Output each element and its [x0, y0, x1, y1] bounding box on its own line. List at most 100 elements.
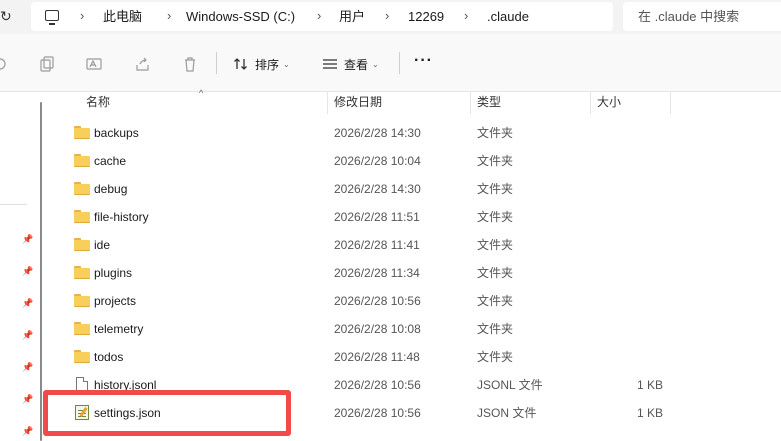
file-type: 文件夹: [477, 238, 514, 252]
folder-icon: [74, 322, 90, 335]
search-input[interactable]: [623, 2, 781, 31]
file-type: 文件夹: [477, 126, 514, 140]
chevron-right-icon[interactable]: ›: [464, 8, 468, 24]
view-button[interactable]: 查看 ⌄: [322, 55, 379, 73]
file-row[interactable]: debug 2026/2/28 14:30 文件夹: [45, 175, 781, 203]
file-row[interactable]: telemetry 2026/2/28 10:08 文件夹: [45, 315, 781, 343]
file-name: projects: [94, 294, 137, 308]
file-modified: 2026/2/28 10:56: [334, 378, 421, 392]
cut-icon[interactable]: [0, 56, 8, 72]
nav-divider: [0, 204, 27, 205]
column-modified[interactable]: 修改日期: [334, 94, 382, 110]
file-name: ide: [94, 238, 111, 252]
chevron-right-icon[interactable]: ›: [167, 8, 171, 24]
view-label: 查看: [344, 57, 369, 72]
file-name: plugins: [94, 266, 133, 280]
pin-icon: 📌: [22, 394, 34, 404]
computer-icon: [45, 10, 59, 25]
sort-ascending-icon: ^: [199, 88, 204, 98]
more-options-button[interactable]: ···: [414, 52, 433, 70]
navigation-pane[interactable]: 📌 📌 📌 📌 📌 📌 📌: [0, 92, 45, 441]
rename-icon[interactable]: [86, 56, 102, 72]
pin-icon: 📌: [22, 362, 34, 372]
toolbar-divider: [399, 52, 400, 74]
sort-icon: [234, 58, 247, 70]
file-row[interactable]: plugins 2026/2/28 11:34 文件夹: [45, 259, 781, 287]
folder-icon: [74, 154, 90, 167]
file-type: 文件夹: [477, 182, 514, 196]
column-header-row: ^ 名称 修改日期 类型 大小: [45, 88, 781, 114]
chevron-down-icon: ⌄: [372, 59, 379, 69]
file-type: 文件夹: [477, 266, 514, 280]
folder-icon: [74, 350, 90, 363]
file-modified: 2026/2/28 14:30: [334, 126, 421, 140]
breadcrumb-users[interactable]: 用户: [339, 9, 365, 25]
chevron-right-icon[interactable]: ›: [385, 8, 389, 24]
pin-icon: 📌: [22, 330, 34, 340]
delete-icon[interactable]: [182, 56, 198, 72]
pin-icon: 📌: [22, 266, 34, 276]
file-name: todos: [94, 350, 124, 364]
column-name[interactable]: 名称: [86, 94, 110, 110]
column-divider[interactable]: [590, 92, 591, 114]
sort-button[interactable]: 排序 ⌄: [233, 55, 290, 73]
file-modified: 2026/2/28 11:48: [334, 350, 420, 364]
chevron-down-icon: ⌄: [283, 59, 290, 69]
file-row[interactable]: ide 2026/2/28 11:41 文件夹: [45, 231, 781, 259]
file-row[interactable]: projects 2026/2/28 10:56 文件夹: [45, 287, 781, 315]
breadcrumb-this-pc[interactable]: 此电脑: [103, 9, 142, 25]
search-box[interactable]: [623, 2, 781, 31]
file-modified: 2026/2/28 10:08: [334, 322, 421, 336]
breadcrumb-user[interactable]: 12269: [408, 9, 444, 25]
file-modified: 2026/2/28 10:04: [334, 154, 421, 168]
highlight-box: [43, 390, 291, 436]
breadcrumb-current[interactable]: .claude: [487, 9, 529, 25]
chevron-right-icon[interactable]: ›: [317, 8, 321, 24]
file-row[interactable]: file-history 2026/2/28 11:51 文件夹: [45, 203, 781, 231]
column-type[interactable]: 类型: [477, 94, 501, 110]
file-modified: 2026/2/28 11:51: [334, 210, 420, 224]
column-divider[interactable]: [470, 92, 471, 114]
column-divider[interactable]: [327, 92, 328, 114]
file-size: 1 KB: [637, 378, 664, 392]
file-modified: 2026/2/28 10:56: [334, 406, 421, 420]
folder-icon: [74, 238, 90, 251]
file-type: 文件夹: [477, 322, 514, 336]
column-divider[interactable]: [670, 92, 671, 114]
pin-icon: 📌: [22, 298, 34, 308]
column-size[interactable]: 大小: [597, 94, 621, 110]
file-row[interactable]: todos 2026/2/28 11:48 文件夹: [45, 343, 781, 371]
file-name: cache: [94, 154, 127, 168]
copy-icon[interactable]: [39, 56, 55, 72]
command-bar: 排序 ⌄ 查看 ⌄ ···: [0, 34, 781, 92]
sort-label: 排序: [255, 57, 280, 72]
file-row[interactable]: cache 2026/2/28 10:04 文件夹: [45, 147, 781, 175]
file-type: JSONL 文件: [477, 378, 543, 392]
folder-icon: [74, 182, 90, 195]
address-bar[interactable]: › 此电脑 › Windows-SSD (C:) › 用户 › 12269 › …: [31, 2, 613, 31]
refresh-icon[interactable]: ↻: [0, 8, 14, 24]
file-name: debug: [94, 182, 128, 196]
file-type: 文件夹: [477, 294, 514, 308]
pin-icon: 📌: [22, 234, 34, 244]
address-row: ↻ › 此电脑 › Windows-SSD (C:) › 用户 › 12269 …: [0, 0, 781, 34]
chevron-right-icon[interactable]: ›: [80, 8, 84, 24]
file-modified: 2026/2/28 14:30: [334, 182, 421, 196]
breadcrumb-drive[interactable]: Windows-SSD (C:): [186, 9, 295, 25]
view-icon: [323, 59, 337, 69]
folder-icon: [74, 126, 90, 139]
file-name: file-history: [94, 210, 149, 224]
folder-icon: [74, 294, 90, 307]
file-row[interactable]: backups 2026/2/28 14:30 文件夹: [45, 119, 781, 147]
file-modified: 2026/2/28 11:34: [334, 266, 420, 280]
file-name: telemetry: [94, 322, 144, 336]
toolbar-divider: [216, 52, 217, 74]
pin-icon: 📌: [22, 426, 34, 436]
nav-scrollbar[interactable]: [40, 102, 42, 441]
file-modified: 2026/2/28 11:41: [334, 238, 420, 252]
file-type: JSON 文件: [477, 406, 537, 420]
file-modified: 2026/2/28 10:56: [334, 294, 421, 308]
folder-icon: [74, 266, 90, 279]
file-type: 文件夹: [477, 210, 514, 224]
share-icon[interactable]: [135, 56, 151, 72]
